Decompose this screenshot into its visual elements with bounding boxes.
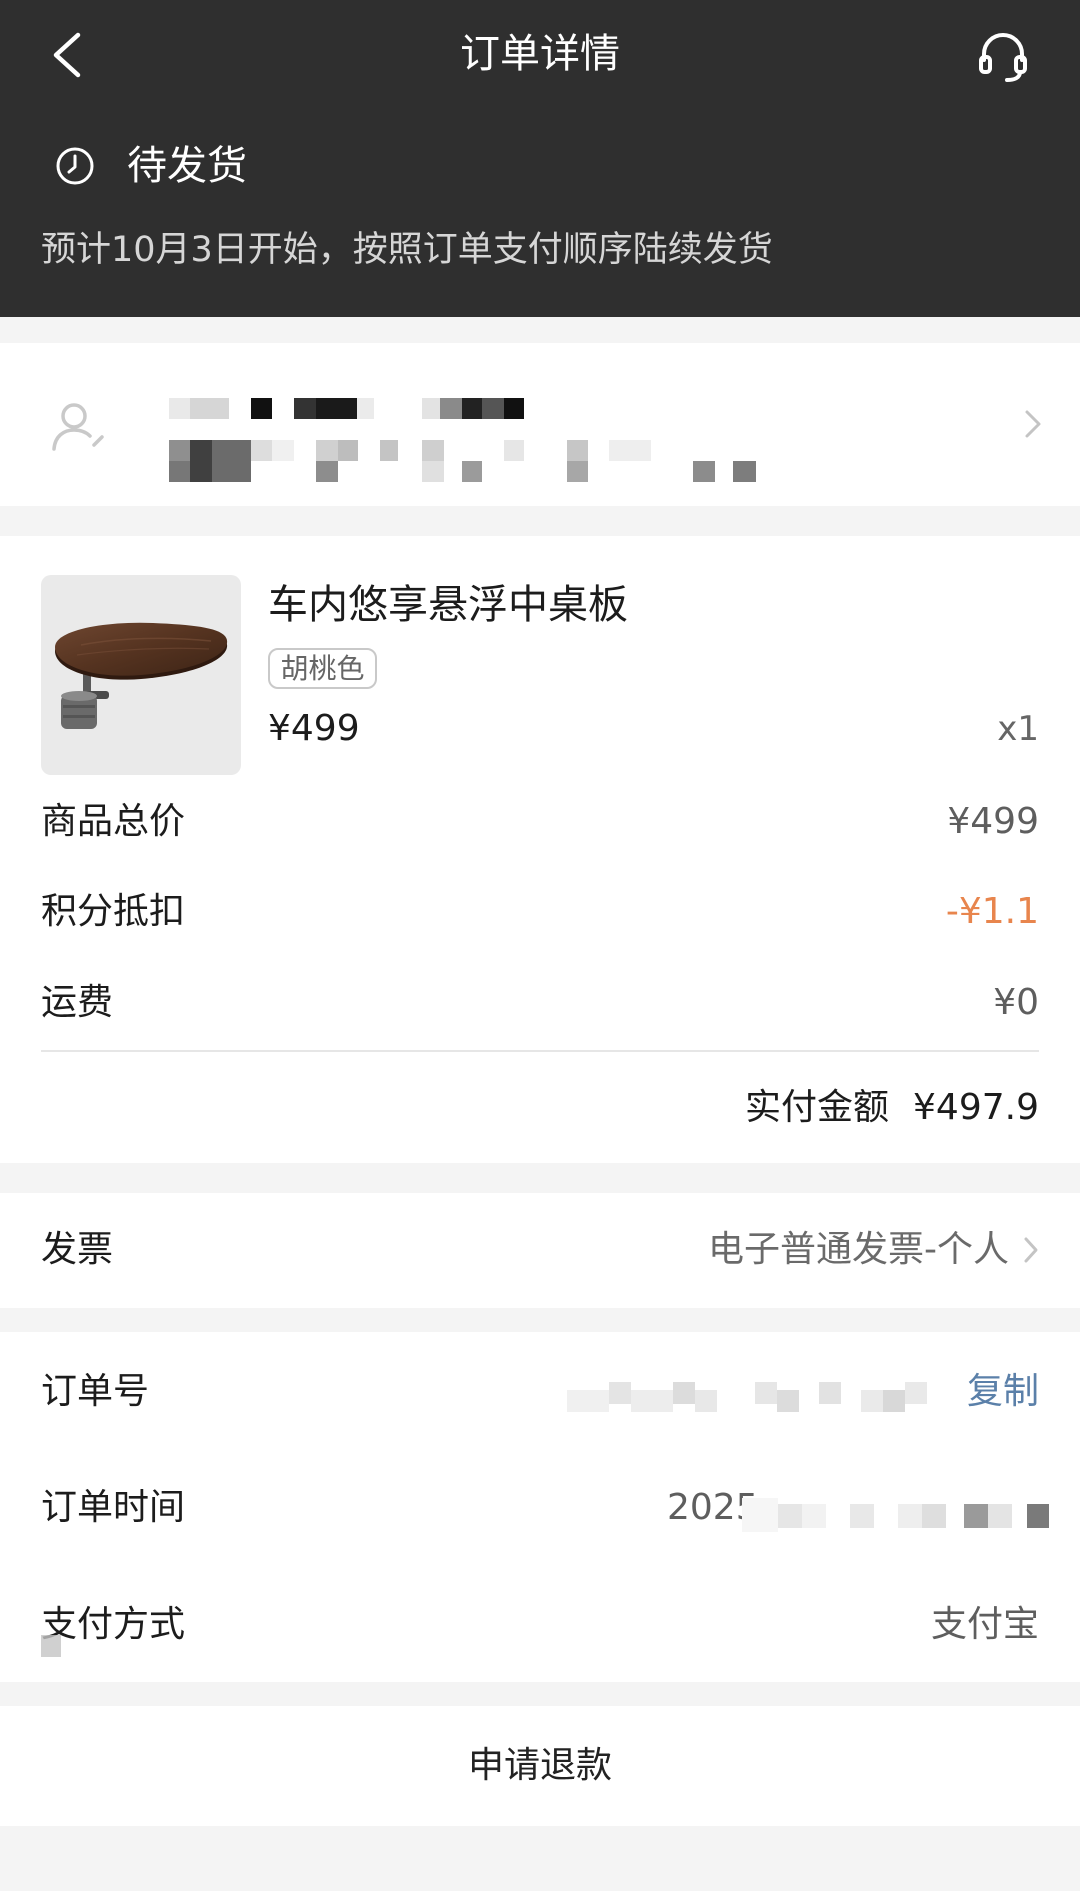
order-status-title: 待发货 [127,143,247,189]
mosaic-pixel [440,398,462,419]
shipping-estimate-text: 预计10月3日开始，按照订单支付顺序陆续发货 [41,230,773,270]
mosaic-pixel [673,1382,695,1404]
product-name[interactable]: 车内悠享悬浮中桌板 [268,581,628,629]
mosaic-pixel [504,398,524,419]
mosaic-pixel [1027,1504,1049,1528]
mosaic-pixel [777,1390,799,1412]
walnut-table-tray-image [55,622,228,729]
mosaic-pixel [861,1390,883,1412]
invoice-row[interactable]: 发票 电子普通发票-个人 [41,1228,1039,1272]
mosaic-pixel [695,1390,717,1412]
payment-method-row: 支付方式 支付宝 [41,1603,1039,1647]
order-number-label: 订单号 [41,1371,150,1412]
subtotal-row: 商品总价 ¥499 [41,800,1039,844]
invoice-card[interactable]: 发票 电子普通发票-个人 [0,1193,1080,1308]
headset-icon [979,33,1027,82]
mosaic-pixel [357,398,374,419]
mosaic-pixel [251,398,272,419]
mosaic-pixel [755,1382,777,1404]
mosaic-pixel [742,1498,778,1532]
shipping-address-card[interactable] [0,343,1080,506]
invoice-label: 发票 [41,1229,114,1270]
order-time-row: 订单时间 2025 [41,1486,1039,1530]
mosaic-pixel [272,440,294,461]
mosaic-pixel [778,1504,802,1528]
payment-method-label: 支付方式 [41,1604,186,1645]
mosaic-pixel [733,461,756,482]
divider [41,1050,1039,1052]
page-title: 订单详情 [460,31,620,77]
mosaic-pixel [190,398,229,419]
mosaic-pixel [883,1390,905,1412]
shipping-fee-value: ¥0 [993,982,1039,1023]
payment-method-value: 支付宝 [930,1604,1039,1645]
bottom-action-bar: 申请退款 [0,1706,1080,1826]
request-refund-button[interactable]: 申请退款 [0,1744,1080,1788]
points-deduction-row: 积分抵扣 -¥1.1 [41,890,1039,934]
product-quantity: x1 [997,709,1039,749]
person-icon [52,403,104,451]
amount-paid-row: 实付金额 ¥497.9 [745,1086,1039,1130]
mosaic-pixel [922,1504,946,1528]
mosaic-pixel [609,1382,631,1404]
chevron-right-icon [1024,1237,1038,1263]
mosaic-pixel [898,1504,922,1528]
mosaic-pixel [422,398,440,419]
mosaic-pixel [819,1382,841,1404]
mosaic-pixel [802,1504,826,1528]
mosaic-pixel [41,1635,61,1657]
mosaic-pixel [294,398,316,419]
chevron-right-icon [1025,410,1041,438]
mosaic-pixel [169,440,190,461]
product-variant-tag: 胡桃色 [268,648,377,689]
points-deduction-value: -¥1.1 [945,891,1039,932]
invoice-type-value: 电子普通发票-个人 [708,1229,1009,1270]
copy-order-number-button[interactable]: 复制 [967,1370,1039,1414]
order-time-label: 订单时间 [41,1487,186,1528]
product-thumbnail[interactable] [41,575,241,775]
mosaic-pixel [964,1504,988,1528]
amount-paid-value: ¥497.9 [913,1087,1039,1128]
subtotal-label: 商品总价 [41,801,186,842]
amount-paid-label: 实付金额 [745,1087,890,1128]
mosaic-pixel [482,398,504,419]
shipping-fee-row: 运费 ¥0 [41,981,1039,1025]
mosaic-pixel [316,398,357,419]
customer-service-button[interactable] [975,28,1031,84]
mosaic-pixel [504,440,524,461]
mosaic-pixel [567,461,588,482]
order-items-card: 车内悠享悬浮中桌板 胡桃色 ¥499 x1 商品总价 ¥499 积分抵扣 -¥1… [0,536,1080,1163]
mosaic-pixel [631,1390,673,1412]
points-deduction-label: 积分抵扣 [41,891,186,932]
mosaic-pixel [422,440,444,461]
mosaic-pixel [850,1504,874,1528]
subtotal-value: ¥499 [947,801,1039,842]
mosaic-pixel [905,1382,927,1404]
mosaic-pixel [609,440,651,461]
mosaic-pixel [462,461,482,482]
mosaic-pixel [169,461,190,482]
mosaic-pixel [190,440,212,482]
product-price: ¥499 [268,708,360,749]
mosaic-pixel [422,461,444,482]
mosaic-pixel [988,1504,1012,1528]
mosaic-pixel [169,398,190,419]
invoice-detail: 电子普通发票-个人 [708,1228,1039,1272]
mosaic-pixel [462,398,482,419]
mosaic-pixel [316,440,338,461]
mosaic-pixel [567,1390,609,1412]
mosaic-pixel [693,461,715,482]
mosaic-pixel [316,461,338,482]
clock-icon [56,147,94,185]
mosaic-pixel [251,440,272,461]
order-status-header: 订单详情 待发货 预计10月3日开始，按照订单支付顺序陆续发货 [0,0,1080,317]
mosaic-pixel [567,440,588,461]
shipping-fee-label: 运费 [41,982,114,1023]
mosaic-pixel [380,440,398,461]
mosaic-pixel [212,440,251,482]
mosaic-pixel [338,440,358,461]
order-info-card: 订单号 复制 订单时间 2025 支付方式 支付宝 [0,1332,1080,1682]
